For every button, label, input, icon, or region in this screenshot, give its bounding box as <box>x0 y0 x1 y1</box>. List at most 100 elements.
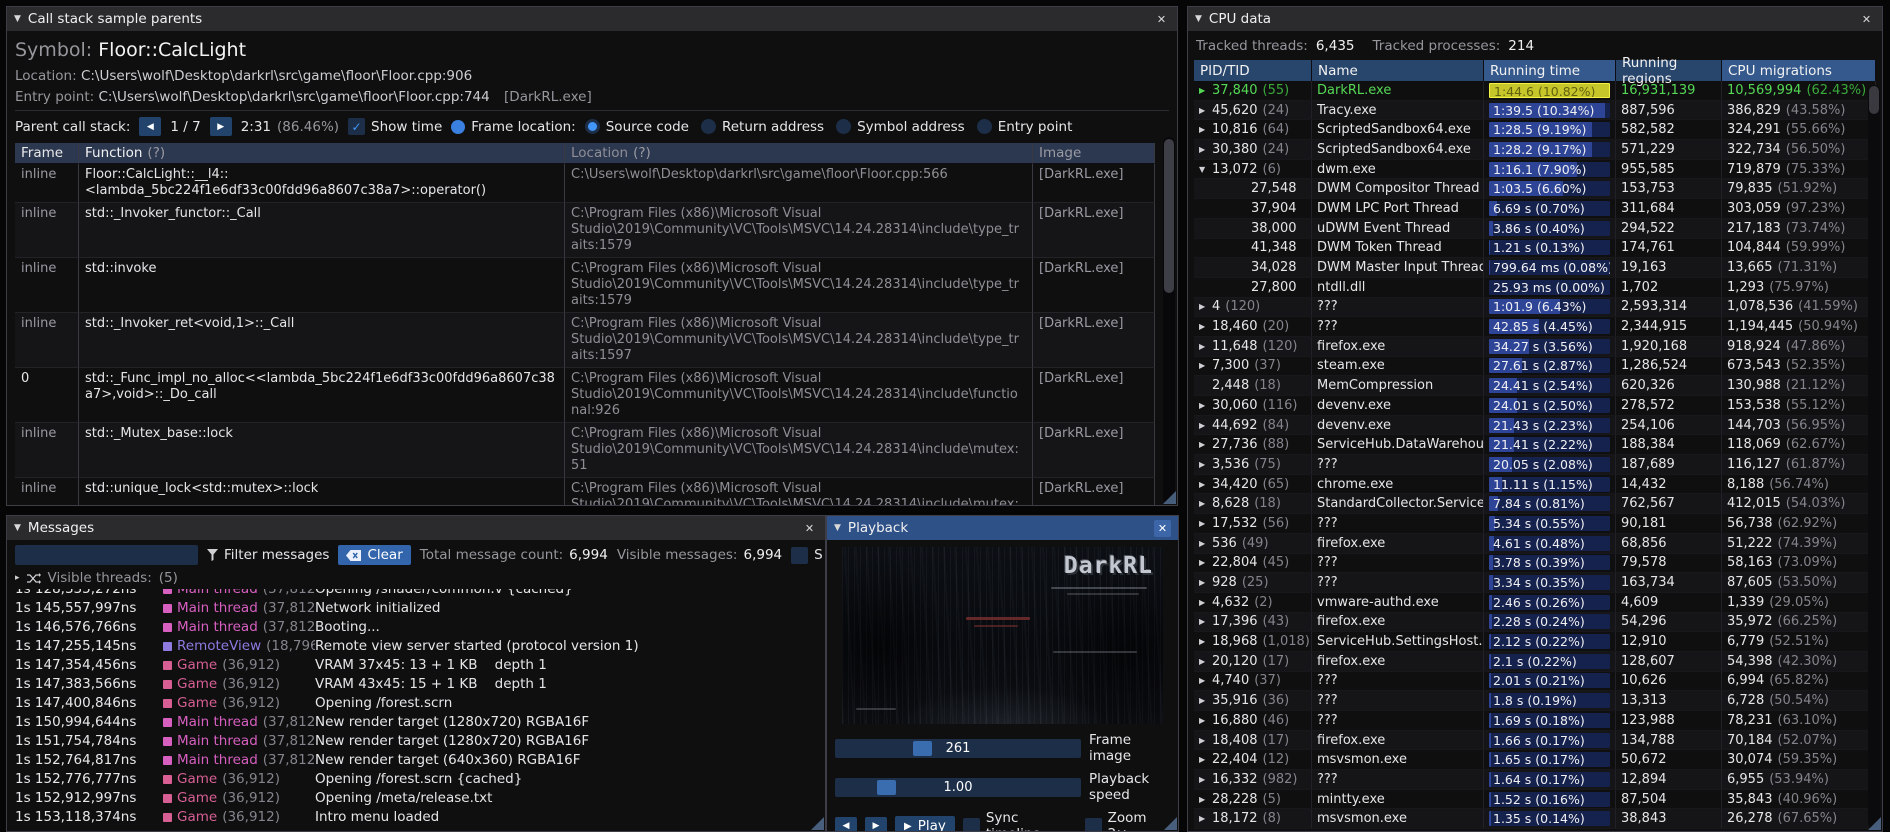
message-row[interactable]: 1s 146,576,766ns Main thread (37,812) Bo… <box>7 618 825 637</box>
cpu-process-row[interactable]: ▶ 30,380 (24) ScriptedSandbox64.exe 1:28… <box>1194 140 1876 160</box>
column-header[interactable]: Running regions <box>1616 55 1722 87</box>
step-forward-button[interactable]: ▶ <box>865 816 887 831</box>
tree-toggle-icon[interactable]: ▶ <box>1199 86 1212 95</box>
close-icon[interactable]: ✕ <box>1153 11 1170 28</box>
tree-toggle-icon[interactable]: ▶ <box>1199 106 1212 115</box>
cpu-process-row[interactable]: ▶ 17,396 (43) firefox.exe 2.28 s (0.24%)… <box>1194 612 1876 633</box>
cpu-process-row[interactable]: ▶ 27,736 (88) ServiceHub.DataWarehouse 2… <box>1194 435 1876 456</box>
callstack-titlebar[interactable]: ▼ Call stack sample parents ✕ <box>7 7 1177 31</box>
clipped-checkbox[interactable]: S <box>791 546 823 564</box>
scrollbar-thumb[interactable] <box>1164 139 1174 293</box>
radio-option[interactable]: Return address <box>700 119 824 135</box>
callstack-row[interactable]: 0 std::_Func_impl_no_alloc<<lambda_5bc22… <box>15 368 1155 423</box>
message-row[interactable]: 1s 153,118,374ns Game (36,912) Intro men… <box>7 808 825 827</box>
callstack-row[interactable]: inline Floor::CalcLight::__l4::<lambda_5… <box>15 164 1155 203</box>
clear-button[interactable]: Clear <box>338 545 411 565</box>
column-header-image[interactable]: Image <box>1033 143 1155 164</box>
cpu-process-row[interactable]: 27,800 ntdll.dll 25.93 ms (0.00%) 1,702 … <box>1194 277 1876 298</box>
cpu-process-row[interactable]: ▶ 7,300 (37) steam.exe 27.61 s (2.87%) 1… <box>1194 356 1876 377</box>
resize-grip[interactable] <box>1164 817 1177 830</box>
cpu-process-row[interactable]: ▶ 18,968 (1,018) ServiceHub.SettingsHost… <box>1194 632 1876 652</box>
cpu-process-row[interactable]: 38,000 uDWM Event Thread 3.86 s (0.40%) … <box>1194 218 1876 239</box>
cpu-process-row[interactable]: ▶ 4,740 (37) ??? 2.01 s (0.21%) 10,626 6… <box>1194 671 1876 692</box>
message-row[interactable]: 1s 147,400,846ns Game (36,912) Opening /… <box>7 694 825 713</box>
message-row[interactable]: 1s 128,335,272ns Main thread (37,812) Op… <box>7 589 825 599</box>
playback-titlebar[interactable]: ▼ Playback ✕ <box>827 516 1178 540</box>
tree-toggle-icon[interactable]: ▶ <box>1199 145 1212 154</box>
message-row[interactable]: 1s 150,994,644ns Main thread (37,812) Ne… <box>7 713 825 732</box>
tree-toggle-icon[interactable]: ▶ <box>1199 401 1212 410</box>
column-header-function[interactable]: Function (?) <box>79 143 565 164</box>
step-back-button[interactable]: ◀ <box>835 816 857 831</box>
tree-toggle-icon[interactable]: ▼ <box>1199 165 1212 174</box>
radio-option[interactable]: Symbol address <box>836 119 965 135</box>
callstack-row[interactable]: inline std::_Invoker_functor::_Call C:\P… <box>15 203 1155 258</box>
tree-toggle-icon[interactable]: ▶ <box>1199 676 1212 685</box>
cpu-process-row[interactable]: ▶ 30,060 (116) devenv.exe 24.01 s (2.50%… <box>1194 396 1876 416</box>
cpu-process-row[interactable]: ▶ 8,628 (18) StandardCollector.Service.e… <box>1194 494 1876 515</box>
message-row[interactable]: 1s 152,912,997ns Game (36,912) Opening /… <box>7 789 825 808</box>
callstack-row[interactable]: inline std::invoke C:\Program Files (x86… <box>15 258 1155 313</box>
playback-speed-slider[interactable]: 1.00 <box>835 777 1081 797</box>
tree-toggle-icon[interactable]: ▶ <box>1199 539 1212 548</box>
tree-toggle-icon[interactable]: ▶ <box>1199 795 1212 804</box>
visible-threads-row[interactable]: ▸ Visible threads: (5) <box>7 570 825 589</box>
filter-input[interactable] <box>15 545 198 565</box>
message-row[interactable]: 1s 147,383,566ns Game (36,912) VRAM 43x4… <box>7 675 825 694</box>
collapse-icon[interactable]: ▼ <box>14 523 21 533</box>
message-row[interactable]: 1s 145,557,997ns Main thread (37,812) Ne… <box>7 599 825 618</box>
callstack-row[interactable]: inline std::_Invoker_ret<void,1>::_Call … <box>15 313 1155 368</box>
tree-toggle-icon[interactable]: ▶ <box>1199 696 1212 705</box>
cpu-process-row[interactable]: ▶ 4,632 (2) vmware-authd.exe 2.46 s (0.2… <box>1194 592 1876 613</box>
column-header[interactable]: PID/TID <box>1194 60 1312 81</box>
tree-toggle-icon[interactable]: ▶ <box>1199 578 1212 587</box>
tree-toggle-icon[interactable]: ▶ <box>1199 637 1212 646</box>
tree-toggle-icon[interactable]: ▶ <box>1199 519 1212 528</box>
cpu-titlebar[interactable]: ▼ CPU data ✕ <box>1188 7 1882 31</box>
tree-toggle-icon[interactable]: ▶ <box>1199 775 1212 784</box>
cpu-process-row[interactable]: ▶ 928 (25) ??? 3.34 s (0.35%) 163,734 87… <box>1194 573 1876 593</box>
radio-option[interactable]: Source code <box>584 119 689 135</box>
scrollbar-thumb[interactable] <box>1869 86 1879 114</box>
message-row[interactable]: 1s 152,764,817ns Main thread (37,812) Ne… <box>7 751 825 770</box>
tree-toggle-icon[interactable]: ▶ <box>1199 322 1212 331</box>
prev-callstack-button[interactable]: ◀ <box>139 117 162 136</box>
frame-image-slider[interactable]: 261 <box>835 738 1081 758</box>
tree-caret-icon[interactable]: ▸ <box>15 573 20 583</box>
cpu-process-row[interactable]: 34,028 DWM Master Input Thread 799.64 ms… <box>1194 258 1876 278</box>
resize-grip[interactable] <box>811 817 824 830</box>
cpu-process-row[interactable]: ▶ 11,648 (120) firefox.exe 34.27 s (3.56… <box>1194 336 1876 357</box>
cpu-process-row[interactable]: ▶ 17,532 (56) ??? 5.34 s (0.55%) 90,181 … <box>1194 514 1876 534</box>
column-header[interactable]: CPU migrations <box>1722 60 1876 81</box>
cpu-process-row[interactable]: ▶ 34,420 (65) chrome.exe 11.11 s (1.15%)… <box>1194 474 1876 495</box>
tree-toggle-icon[interactable]: ▶ <box>1199 342 1212 351</box>
collapse-icon[interactable]: ▼ <box>1195 14 1202 24</box>
help-hint[interactable]: (?) <box>633 145 651 161</box>
message-row[interactable]: 1s 147,255,145ns RemoteView (18,796) Rem… <box>7 637 825 656</box>
cpu-process-row[interactable]: 27,548 DWM Compositor Thread 1:03.5 (6.6… <box>1194 179 1876 200</box>
tree-toggle-icon[interactable]: ▶ <box>1199 598 1212 607</box>
resize-grip[interactable] <box>1163 491 1176 504</box>
tree-toggle-icon[interactable]: ▶ <box>1199 421 1212 430</box>
cpu-process-row[interactable]: 37,904 DWM LPC Port Thread 6.69 s (0.70%… <box>1194 199 1876 219</box>
play-button[interactable]: ▶ Play <box>895 816 955 831</box>
radio-option[interactable]: Entry point <box>976 119 1072 135</box>
vertical-scrollbar[interactable] <box>1163 137 1175 503</box>
cpu-process-row[interactable]: ▶ 4 (120) ??? 1:01.9 (6.43%) 2,593,314 1… <box>1194 297 1876 318</box>
cpu-process-row[interactable]: ▶ 45,620 (24) Tracy.exe 1:39.5 (10.34%) … <box>1194 100 1876 121</box>
message-row[interactable]: 1s 152,776,777ns Game (36,912) Opening /… <box>7 770 825 789</box>
message-row[interactable]: 1s 151,754,784ns Main thread (37,812) Ne… <box>7 732 825 751</box>
tree-toggle-icon[interactable]: ▶ <box>1199 302 1212 311</box>
tree-toggle-icon[interactable]: ▶ <box>1199 499 1212 508</box>
tree-toggle-icon[interactable]: ▶ <box>1199 814 1212 823</box>
tree-toggle-icon[interactable]: ▶ <box>1199 716 1212 725</box>
tree-toggle-icon[interactable]: ▶ <box>1199 617 1212 626</box>
resize-grip[interactable] <box>1868 817 1881 830</box>
tree-toggle-icon[interactable]: ▶ <box>1199 755 1212 764</box>
cpu-process-row[interactable]: ▶ 18,172 (8) msvsmon.exe 1.35 s (0.14%) … <box>1194 809 1876 830</box>
cpu-process-row[interactable]: ▶ 3,536 (75) ??? 20.05 s (2.08%) 187,689… <box>1194 455 1876 475</box>
collapse-icon[interactable]: ▼ <box>834 523 841 533</box>
cpu-process-row[interactable]: ▶ 16,880 (46) ??? 1.69 s (0.18%) 123,988… <box>1194 711 1876 731</box>
messages-titlebar[interactable]: ▼ Messages ✕ <box>7 516 825 540</box>
cpu-process-row[interactable]: 2,448 (18) MemCompression 24.41 s (2.54%… <box>1194 376 1876 396</box>
